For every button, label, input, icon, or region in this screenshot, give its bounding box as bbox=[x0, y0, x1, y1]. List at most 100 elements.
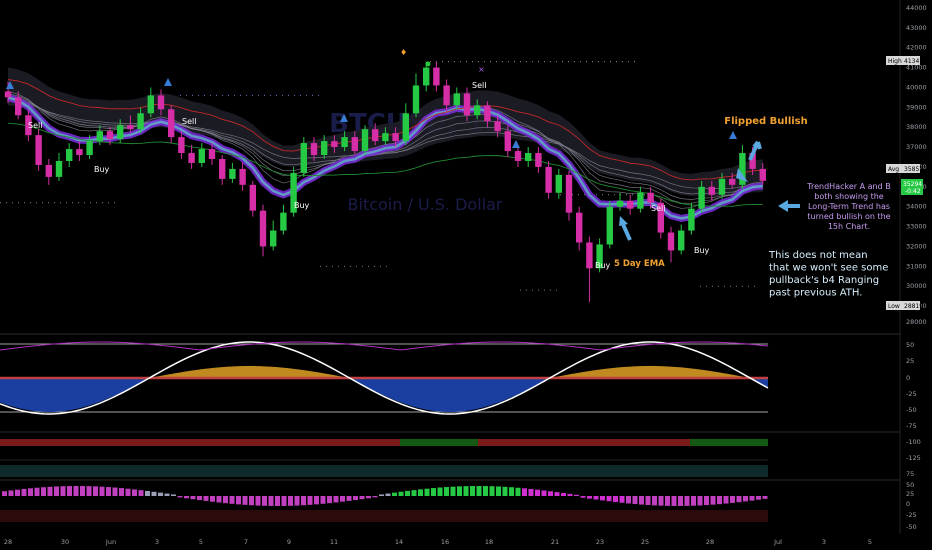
histogram-bar bbox=[424, 488, 430, 496]
histogram-bar bbox=[502, 486, 508, 496]
histogram-bar bbox=[288, 496, 293, 506]
time-tick: 14 bbox=[395, 538, 403, 546]
histogram-bar bbox=[392, 492, 397, 496]
svg-text:Low: Low bbox=[888, 303, 900, 310]
histogram-bar bbox=[171, 494, 176, 496]
candle-body bbox=[759, 168, 766, 181]
price-tick: 34000 bbox=[906, 203, 927, 211]
histogram-bar bbox=[125, 488, 131, 496]
candle-body bbox=[300, 143, 307, 173]
histogram-bar bbox=[60, 486, 66, 496]
histogram-bar bbox=[210, 496, 215, 502]
avg-badge: Avg 35857 bbox=[886, 164, 923, 173]
red-bg bbox=[0, 510, 768, 522]
histogram-bar bbox=[301, 496, 306, 506]
candle-body bbox=[259, 210, 267, 247]
histogram-bar bbox=[359, 496, 365, 500]
price-tick: 37000 bbox=[906, 143, 927, 151]
ema-annotation: 5 Day EMA bbox=[614, 259, 665, 269]
time-tick: 3 bbox=[822, 538, 826, 546]
candle-body bbox=[331, 141, 338, 148]
candle-body bbox=[555, 174, 562, 193]
sell-signal: Sell bbox=[28, 121, 42, 130]
candle-body bbox=[576, 212, 583, 243]
histogram-bar bbox=[275, 496, 280, 506]
time-tick: 9 bbox=[287, 538, 291, 546]
time-tick: 5 bbox=[199, 538, 203, 546]
histogram-bar bbox=[444, 487, 449, 496]
histogram-bar bbox=[340, 496, 345, 502]
histogram-bar bbox=[314, 496, 319, 505]
histogram-bar bbox=[535, 489, 540, 496]
annotation-line: turned bullish on the bbox=[807, 212, 890, 221]
time-tick: 25 bbox=[641, 538, 649, 546]
histogram-bar bbox=[138, 490, 144, 496]
candle-body bbox=[535, 153, 542, 167]
histogram-bar bbox=[366, 496, 371, 499]
candle-body bbox=[647, 192, 654, 203]
histogram-bar bbox=[21, 488, 27, 496]
histogram-bar bbox=[684, 496, 690, 506]
candle-body bbox=[474, 105, 481, 116]
histogram-bar bbox=[470, 486, 475, 496]
candle-body bbox=[270, 230, 277, 247]
histogram-bar bbox=[652, 496, 657, 506]
histogram-bar bbox=[665, 496, 670, 506]
price-tick: 42000 bbox=[906, 44, 927, 52]
diamond-signal-icon: ♦ bbox=[400, 48, 407, 57]
histogram-bar bbox=[580, 496, 586, 498]
price-tick: 32000 bbox=[906, 242, 927, 250]
histogram-bar bbox=[567, 493, 573, 496]
histogram-bar bbox=[749, 496, 755, 501]
oscillator-tick: -50 bbox=[906, 523, 917, 531]
candle-body bbox=[565, 174, 573, 213]
histogram-bar bbox=[593, 496, 599, 500]
histogram-bar bbox=[528, 488, 534, 496]
histogram-bar bbox=[106, 487, 111, 496]
histogram-bar bbox=[554, 492, 560, 496]
candle-body bbox=[443, 85, 450, 106]
histogram-bar bbox=[262, 496, 267, 506]
candle-body bbox=[219, 158, 226, 179]
histogram-bar bbox=[411, 490, 417, 496]
oscillator-tick: 25 bbox=[906, 490, 914, 498]
trend-strip-segment bbox=[478, 439, 690, 446]
sell-signal: Sell bbox=[651, 204, 665, 213]
candle-body bbox=[586, 242, 593, 269]
histogram-bar bbox=[496, 486, 501, 496]
histogram-bar bbox=[164, 493, 170, 496]
histogram-bar bbox=[41, 487, 46, 496]
histogram-bar bbox=[463, 486, 469, 496]
price-chart[interactable]: BTCUSD, 15h Bitcoin / U.S. Dollar ♦ × Se… bbox=[0, 0, 932, 550]
histogram-bar bbox=[223, 496, 228, 504]
candle-body bbox=[382, 133, 389, 142]
candle-body bbox=[372, 129, 379, 142]
price-tick: 44000 bbox=[906, 4, 927, 12]
candle-body bbox=[86, 141, 93, 156]
candle-body bbox=[463, 93, 471, 116]
candle-body bbox=[484, 105, 491, 122]
candle-body bbox=[198, 149, 205, 163]
time-tick: 18 bbox=[485, 538, 493, 546]
time-tick: 28 bbox=[4, 538, 12, 546]
time-tick: 3 bbox=[155, 538, 159, 546]
candle-body bbox=[423, 67, 430, 86]
flipped-bullish-annotation: Flipped Bullish bbox=[724, 116, 808, 127]
annotation-line: This does not mean bbox=[768, 250, 868, 261]
annotation-line: pullback's b4 Ranging bbox=[769, 275, 879, 286]
time-tick: Jul bbox=[773, 538, 782, 546]
time-tick: 23 bbox=[596, 538, 604, 546]
time-tick: 16 bbox=[441, 538, 449, 546]
histogram-bar bbox=[405, 490, 410, 496]
histogram-bar bbox=[632, 496, 638, 505]
histogram-bar bbox=[80, 486, 85, 496]
candle-body bbox=[35, 135, 42, 165]
histogram-bar bbox=[431, 488, 436, 496]
candle-body bbox=[606, 206, 613, 245]
histogram-bar bbox=[710, 496, 716, 505]
annotation-line: 15h Chart. bbox=[828, 222, 870, 231]
annotation-line: Long-Term Trend has bbox=[808, 202, 890, 211]
candle-body bbox=[106, 131, 114, 140]
histogram-bar bbox=[8, 490, 14, 496]
histogram-bar bbox=[489, 486, 495, 496]
